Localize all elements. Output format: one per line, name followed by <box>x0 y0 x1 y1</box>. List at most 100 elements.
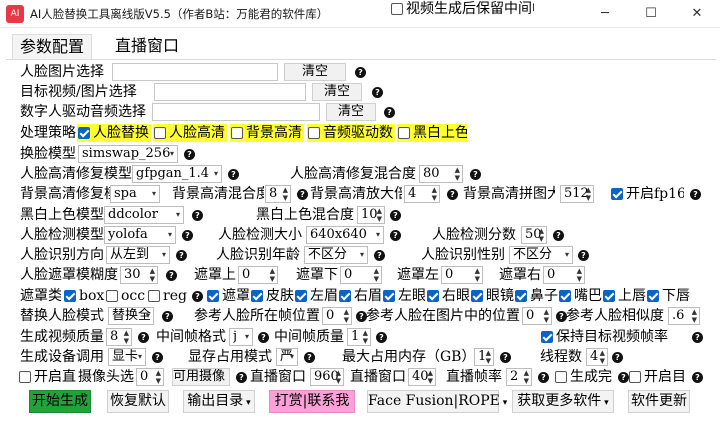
software-update-button[interactable]: 软件更新 <box>628 390 690 413</box>
help-icon[interactable]: ? <box>553 230 564 241</box>
restore-default-button[interactable]: 恢复默认 <box>107 390 169 413</box>
mask-top-spinner[interactable]: 0 ▲ ▼ <box>238 266 278 284</box>
detect-score-spinner[interactable]: 50 ▲ ▼ <box>521 226 547 244</box>
help-icon[interactable]: ? <box>372 87 383 98</box>
mask-right-eye-checkbox[interactable]: 右眼 <box>426 287 470 305</box>
bg-enhance-scale-spinner[interactable]: 4 ▲ ▼ <box>404 185 440 203</box>
fp16-checkbox[interactable]: 开启fp16 <box>610 185 684 203</box>
help-icon[interactable]: ? <box>228 169 239 180</box>
help-icon[interactable]: ? <box>192 291 203 302</box>
replace-mode-select[interactable]: 替换全 ▾ <box>108 307 154 325</box>
help-icon[interactable]: ? <box>612 352 623 363</box>
mask-upper-lip-checkbox[interactable]: 上唇 <box>602 287 646 305</box>
mask-reg-checkbox[interactable]: reg <box>147 287 189 305</box>
mask-left-spinner[interactable]: 0 ▲ ▼ <box>441 266 483 284</box>
help-icon[interactable]: ? <box>690 189 701 200</box>
bg-enhance-blend-spinner[interactable]: 8 ▲ ▼ <box>265 185 291 203</box>
reference-image-pos-spinner[interactable]: 0 ▲ ▼ <box>522 307 552 325</box>
swap-model-select[interactable]: simswap_256 ▾ <box>78 145 178 163</box>
strategy-audio-drive-checkbox[interactable]: 音频驱动数 <box>307 124 395 142</box>
open-live-checkbox[interactable]: 开启直 <box>18 368 78 386</box>
recog-direction-select[interactable]: 从左到 ▾ <box>106 246 170 264</box>
target-video-clear-button[interactable]: 清空 <box>312 83 362 101</box>
tab-params[interactable]: 参数配置 <box>12 34 93 60</box>
maximize-button[interactable]: ☐ <box>628 0 674 28</box>
help-icon[interactable]: ? <box>258 332 269 343</box>
help-icon[interactable]: ? <box>384 107 395 118</box>
help-icon[interactable]: ? <box>390 230 401 241</box>
camera-select-spinner[interactable]: 0 ▲ ▼ <box>136 368 164 386</box>
thread-count-spinner[interactable]: 4 ▲ ▼ <box>586 348 608 366</box>
mask-right-brow-checkbox[interactable]: 右眉 <box>338 287 382 305</box>
device-select[interactable]: 显卡 ▾ <box>108 348 146 366</box>
help-icon[interactable]: ? <box>138 332 149 343</box>
mask-bottom-spinner[interactable]: 0 ▲ ▼ <box>340 266 382 284</box>
detect-model-select[interactable]: yolofa ▾ <box>104 226 176 244</box>
live-window-width-spinner[interactable]: 960 ▲ ▼ <box>310 368 344 386</box>
mask-lower-lip-checkbox[interactable]: 下唇 <box>646 287 690 305</box>
mask-box-checkbox[interactable]: box <box>63 287 105 305</box>
help-icon[interactable]: ? <box>176 250 187 261</box>
help-icon[interactable]: ? <box>376 332 387 343</box>
mask-right-spinner[interactable]: 0 ▲ ▼ <box>543 266 585 284</box>
face-fusion-button[interactable]: Face Fusion|ROPE ▾ <box>367 390 507 413</box>
recog-age-select[interactable]: 不区分 ▾ <box>304 246 368 264</box>
face-enhance-blend-spinner[interactable]: 80 ▲ ▼ <box>419 165 463 183</box>
help-icon[interactable]: ? <box>162 311 173 322</box>
help-icon[interactable]: ? <box>236 372 247 383</box>
help-icon[interactable]: ? <box>152 352 163 363</box>
face-image-clear-button[interactable]: 清空 <box>284 63 346 81</box>
help-icon[interactable]: ? <box>692 372 703 383</box>
frame-format-select[interactable]: j ▾ <box>229 328 253 346</box>
mask-nose-checkbox[interactable]: 鼻子 <box>514 287 558 305</box>
digital-audio-input[interactable] <box>152 103 320 121</box>
help-icon[interactable]: ? <box>297 189 308 200</box>
face-enhance-model-select[interactable]: gfpgan_1.4 ▾ <box>132 165 222 183</box>
mask-mouth-checkbox[interactable]: 嘴巴 <box>558 287 602 305</box>
live-window-height-spinner[interactable]: 40 ▲ ▼ <box>408 368 436 386</box>
recog-gender-select[interactable]: 不区分 ▾ <box>509 246 573 264</box>
vram-mode-select[interactable]: 严 ▾ <box>276 348 298 366</box>
output-dir-button[interactable]: 输出目录 ▾ <box>183 390 255 413</box>
help-icon[interactable]: ? <box>578 250 589 261</box>
frame-quality-spinner[interactable]: 1 ▲ ▼ <box>347 328 371 346</box>
face-image-input[interactable] <box>112 63 278 81</box>
available-camera-button[interactable]: 可用摄像 <box>172 368 230 386</box>
strategy-face-swap-checkbox[interactable]: 人脸替换 <box>77 124 151 142</box>
help-icon[interactable]: ? <box>184 149 195 160</box>
bg-enhance-model-select[interactable]: spa ▾ <box>110 185 160 203</box>
help-icon[interactable]: ? <box>538 372 549 383</box>
get-more-software-button[interactable]: 获取更多软件 ▾ <box>512 390 614 413</box>
help-icon[interactable]: ? <box>390 210 401 221</box>
mask-region-checkbox[interactable]: 遮罩区 <box>206 287 250 305</box>
help-icon[interactable]: ? <box>192 210 203 221</box>
help-icon[interactable]: ? <box>692 332 703 343</box>
help-icon[interactable]: ? <box>470 169 481 180</box>
keep-frames-checkbox[interactable]: 视频生成后保留中间帧 <box>390 0 534 18</box>
reference-frame-spinner[interactable]: 0 ▲ ▼ <box>322 307 352 325</box>
live-fps-spinner[interactable]: 2 ▲ ▼ <box>506 368 532 386</box>
help-icon[interactable]: ? <box>182 230 193 241</box>
close-button[interactable]: ✕ <box>674 0 720 28</box>
mask-left-brow-checkbox[interactable]: 左眉 <box>294 287 338 305</box>
minimize-button[interactable]: ─ <box>582 0 628 28</box>
output-quality-spinner[interactable]: 8 ▲ ▼ <box>106 328 132 346</box>
mask-left-eye-checkbox[interactable]: 左眼 <box>382 287 426 305</box>
strategy-face-enhance-checkbox[interactable]: 人脸高清 <box>153 124 227 142</box>
mask-glasses-checkbox[interactable]: 眼镜 <box>470 287 514 305</box>
keep-fps-checkbox[interactable]: 保持目标视频帧率 <box>540 328 684 346</box>
bg-enhance-tile-spinner[interactable]: 512 ▲ ▼ <box>560 185 594 203</box>
strategy-bg-enhance-checkbox[interactable]: 背景高清 <box>230 124 304 142</box>
mask-blur-spinner[interactable]: 30 ▲ ▼ <box>120 266 158 284</box>
strategy-colorize-checkbox[interactable]: 黑白上色 <box>397 124 467 142</box>
start-button[interactable]: 开始生成 <box>29 390 91 413</box>
colorize-model-select[interactable]: ddcolor ▾ <box>104 206 184 224</box>
help-icon[interactable]: ? <box>447 189 458 200</box>
mask-occ-checkbox[interactable]: occ <box>105 287 147 305</box>
target-video-input[interactable] <box>154 83 306 101</box>
open-target-checkbox[interactable]: 开启目 <box>628 368 688 386</box>
generate-done-checkbox[interactable]: 生成完 <box>554 368 614 386</box>
help-icon[interactable]: ? <box>166 270 177 281</box>
digital-audio-clear-button[interactable]: 清空 <box>326 103 376 121</box>
detect-size-select[interactable]: 640x640 ▾ <box>306 226 384 244</box>
